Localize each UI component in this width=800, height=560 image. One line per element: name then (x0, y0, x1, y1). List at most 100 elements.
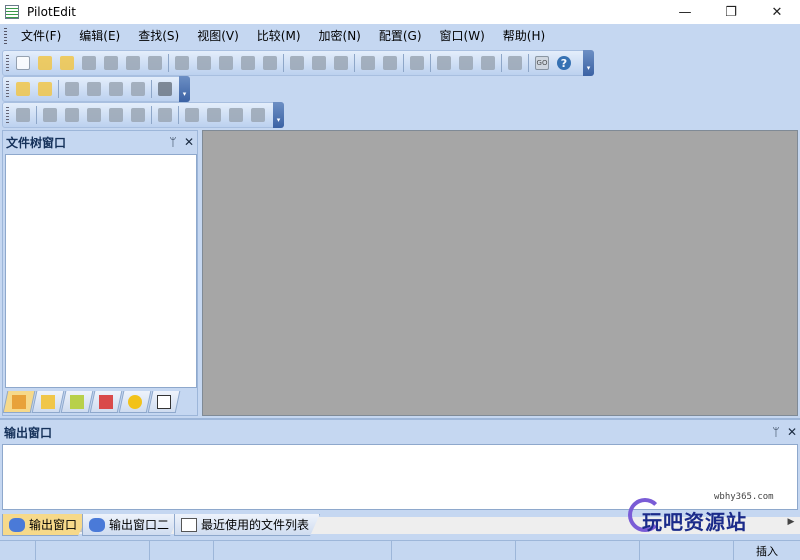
maximize-button[interactable]: ❐ (708, 0, 754, 24)
window-title: PilotEdit (27, 5, 76, 19)
tab-recent-files[interactable]: 最近使用的文件列表 (174, 514, 320, 536)
open-folder-icon[interactable] (58, 54, 76, 72)
output-title: 输出窗口 (4, 425, 53, 440)
close-all-icon[interactable] (146, 54, 164, 72)
settings-icon[interactable] (14, 106, 32, 124)
indent-icon[interactable] (359, 54, 377, 72)
status-cell (214, 541, 392, 560)
toolbar-separator (430, 54, 431, 72)
paste-icon[interactable] (261, 54, 279, 72)
toolbar-overflow-chevron-icon[interactable]: ▾ (273, 102, 284, 128)
watermark-url: wbhy365.com (714, 492, 774, 502)
menu-search[interactable]: 查找(S) (129, 24, 188, 48)
menu-compare[interactable]: 比较(M) (248, 24, 310, 48)
menu-config[interactable]: 配置(G) (370, 24, 431, 48)
file-tree-panel: 文件树窗口 ᛘ ✕ (2, 130, 198, 416)
toolbar-grip-icon[interactable] (6, 107, 9, 123)
toolbar-separator (501, 54, 502, 72)
cut-icon[interactable] (217, 54, 235, 72)
pin-icon[interactable]: ᛘ (165, 135, 181, 149)
go-icon[interactable]: GO (533, 54, 551, 72)
menu-bar: 文件(F) 编辑(E) 查找(S) 视图(V) 比较(M) 加密(N) 配置(G… (0, 24, 800, 48)
recent-files-icon (181, 518, 197, 532)
minimize-button[interactable]: — (662, 0, 708, 24)
expand-icon[interactable] (183, 106, 201, 124)
close-icon[interactable]: ✕ (181, 135, 197, 149)
toolbar-overflow-chevron-icon[interactable]: ▾ (179, 76, 190, 102)
menu-window[interactable]: 窗口(W) (431, 24, 494, 48)
tab-functions[interactable] (89, 391, 123, 413)
edit-tool-icon[interactable] (408, 54, 426, 72)
tab-label: 输出窗口 (29, 518, 78, 532)
save-as-icon[interactable] (85, 80, 103, 98)
status-cell (516, 541, 640, 560)
zoom-icon[interactable] (156, 106, 174, 124)
toolbar-overflow-chevron-icon[interactable]: ▾ (583, 50, 594, 76)
lock-file-icon[interactable] (156, 80, 174, 98)
menu-grip-icon[interactable] (4, 28, 7, 44)
copy-icon[interactable] (239, 54, 257, 72)
find-icon[interactable] (288, 54, 306, 72)
move-up-icon[interactable] (107, 106, 125, 124)
toolbar-grip-icon[interactable] (6, 81, 9, 97)
save-remote-icon[interactable] (63, 80, 81, 98)
tab-project[interactable] (60, 391, 94, 413)
print-preview-icon[interactable] (129, 80, 147, 98)
tools-icon[interactable] (506, 54, 524, 72)
menu-edit[interactable]: 编辑(E) (70, 24, 129, 48)
tab-file-tree[interactable] (2, 391, 36, 413)
help-icon[interactable]: ? (555, 54, 573, 72)
star-icon (128, 394, 143, 409)
line-number-icon[interactable] (129, 106, 147, 124)
project-icon (70, 394, 85, 409)
compare-icon[interactable] (435, 54, 453, 72)
sort-az-icon[interactable] (85, 106, 103, 124)
file-toolbar: ▾ (2, 76, 190, 102)
collapse-icon[interactable] (249, 106, 267, 124)
open-recent-icon[interactable] (36, 80, 54, 98)
compare-next-icon[interactable] (457, 54, 475, 72)
redo-icon[interactable] (195, 54, 213, 72)
menu-view[interactable]: 视图(V) (188, 24, 248, 48)
save-all-icon[interactable] (102, 54, 120, 72)
close-button[interactable]: ✕ (754, 0, 800, 24)
title-bar: PilotEdit — ❐ ✕ (0, 0, 800, 24)
save-icon[interactable] (80, 54, 98, 72)
open-file-icon[interactable] (36, 54, 54, 72)
toolbar-area: GO ? ▾ ▾ ▾ (0, 48, 800, 128)
minus-icon[interactable] (227, 106, 245, 124)
output-link-icon (9, 518, 25, 532)
menu-file[interactable]: 文件(F) (12, 24, 70, 48)
hex-mode-icon[interactable] (332, 54, 350, 72)
undo-icon[interactable] (173, 54, 191, 72)
pin-icon[interactable]: ᛘ (768, 425, 784, 439)
edit-toolbar: ▾ (2, 102, 284, 128)
output-header: 输出窗口 ᛘ ✕ (0, 420, 800, 444)
app-icon (5, 5, 19, 19)
tab-folder[interactable] (31, 391, 65, 413)
close-icon[interactable]: ✕ (784, 425, 800, 439)
functions-icon (99, 394, 114, 409)
close-file-icon[interactable] (124, 54, 142, 72)
main-area: 文件树窗口 ᛘ ✕ (0, 128, 800, 418)
plus-icon[interactable] (205, 106, 223, 124)
tab-label: 最近使用的文件列表 (201, 518, 310, 532)
outdent-icon[interactable] (381, 54, 399, 72)
menu-encrypt[interactable]: 加密(N) (310, 24, 370, 48)
play-macro-icon[interactable] (63, 106, 81, 124)
tab-favorites[interactable] (118, 391, 152, 413)
tab-windows[interactable] (147, 391, 181, 413)
record-macro-icon[interactable] (41, 106, 59, 124)
tab-output-2[interactable]: 输出窗口二 (82, 514, 180, 536)
toolbar-grip-icon[interactable] (6, 55, 9, 71)
file-tree-view[interactable] (5, 154, 197, 388)
tab-output-1[interactable]: 输出窗口 (2, 514, 88, 536)
folder-icon (41, 394, 56, 409)
print-icon[interactable] (107, 80, 125, 98)
compare-prev-icon[interactable] (479, 54, 497, 72)
document-workspace[interactable] (202, 130, 798, 416)
menu-help[interactable]: 帮助(H) (494, 24, 554, 48)
replace-icon[interactable] (310, 54, 328, 72)
new-file-icon[interactable] (14, 54, 32, 72)
open-remote-icon[interactable] (14, 80, 32, 98)
